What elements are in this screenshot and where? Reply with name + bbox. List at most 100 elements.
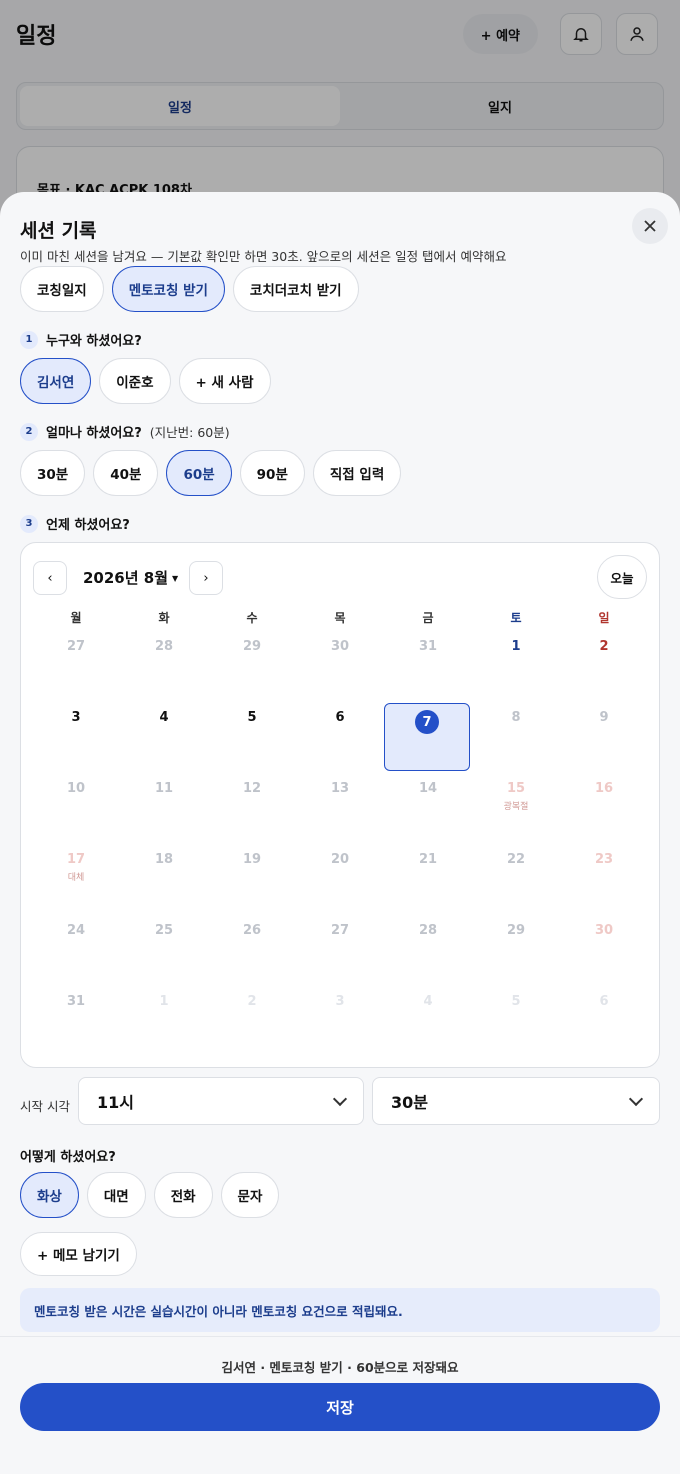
day-number: 13 bbox=[330, 781, 350, 796]
calendar-day[interactable]: 30 bbox=[561, 923, 647, 991]
calendar-day[interactable]: 23 bbox=[561, 852, 647, 920]
minute-select[interactable]: 30분 bbox=[372, 1077, 660, 1125]
calendar-day[interactable]: 6 bbox=[297, 710, 383, 778]
close-button[interactable] bbox=[632, 208, 668, 244]
duration-40[interactable]: 40분 bbox=[93, 450, 159, 496]
calendar-day[interactable]: 5 bbox=[209, 710, 295, 778]
selected-date-cell[interactable]: 7 bbox=[384, 703, 470, 771]
type-coach-the-coach[interactable]: 코치더코치 받기 bbox=[232, 266, 359, 312]
duration-30[interactable]: 30분 bbox=[20, 450, 86, 496]
weekday-header: 화 bbox=[158, 611, 170, 625]
calendar-day[interactable]: 30 bbox=[297, 639, 383, 707]
person-kim-seoyeon[interactable]: 김서연 bbox=[20, 358, 92, 404]
today-button[interactable]: 오늘 bbox=[597, 555, 647, 599]
calendar-day[interactable]: 28 bbox=[121, 639, 207, 707]
method-video[interactable]: 화상 bbox=[20, 1172, 79, 1218]
day-number: 20 bbox=[330, 852, 350, 867]
calendar-day[interactable]: 5 bbox=[473, 994, 559, 1062]
calendar-day[interactable]: 8 bbox=[473, 710, 559, 778]
day-number: 8 bbox=[511, 710, 521, 725]
hour-value: 11시 bbox=[97, 1093, 134, 1112]
calendar-day[interactable]: 13 bbox=[297, 781, 383, 849]
calendar-day[interactable]: 19 bbox=[209, 852, 295, 920]
calendar-day[interactable]: 18 bbox=[121, 852, 207, 920]
weekday-header: 월 bbox=[70, 611, 82, 625]
calendar-day[interactable]: 20 bbox=[297, 852, 383, 920]
calendar-day[interactable]: 10 bbox=[33, 781, 119, 849]
next-month-button[interactable]: › bbox=[189, 561, 223, 595]
holiday-label: 대체 bbox=[67, 873, 85, 883]
calendar-day[interactable]: 15 광복절 bbox=[473, 781, 559, 849]
memo-row: + 메모 남기기 bbox=[20, 1232, 137, 1276]
calendar-day[interactable]: 11 bbox=[121, 781, 207, 849]
duration-custom[interactable]: 직접 입력 bbox=[312, 450, 402, 496]
calendar-day[interactable]: 4 bbox=[121, 710, 207, 778]
calendar-day[interactable]: 3 bbox=[33, 710, 119, 778]
method-text[interactable]: 문자 bbox=[220, 1172, 280, 1218]
duration-90[interactable]: 90분 bbox=[239, 450, 305, 496]
day-number: 28 bbox=[154, 639, 174, 654]
calendar-day[interactable]: 31 bbox=[385, 639, 471, 707]
question-when: 3 언제 하셨어요? bbox=[20, 514, 130, 533]
question-hint: (지난번: 60분) bbox=[149, 425, 230, 440]
day-number: 18 bbox=[154, 852, 174, 867]
selected-day-number: 7 bbox=[415, 710, 439, 734]
chevron-down-icon bbox=[628, 1091, 644, 1107]
prev-month-button[interactable]: ‹ bbox=[33, 561, 67, 595]
caret-down-icon: ▼ bbox=[172, 574, 179, 583]
calendar-day[interactable]: 31 bbox=[33, 994, 119, 1062]
calendar-day[interactable]: 24 bbox=[33, 923, 119, 991]
duration-60[interactable]: 60분 bbox=[166, 450, 232, 496]
day-number: 17 bbox=[66, 852, 86, 867]
weekday-header: 목 bbox=[334, 611, 346, 625]
add-person-button[interactable]: + 새 사람 bbox=[178, 358, 271, 404]
calendar-day[interactable]: 26 bbox=[209, 923, 295, 991]
calendar-day[interactable]: 22 bbox=[473, 852, 559, 920]
calendar-day[interactable]: 6 bbox=[561, 994, 647, 1062]
calendar-day[interactable]: 27 bbox=[297, 923, 383, 991]
calendar-day[interactable]: 25 bbox=[121, 923, 207, 991]
save-button[interactable]: 저장 bbox=[20, 1383, 660, 1431]
question-label: 언제 하셨어요? bbox=[46, 518, 130, 533]
calendar-day[interactable]: 16 bbox=[561, 781, 647, 849]
start-time-label: 시작 시각 bbox=[20, 1099, 70, 1114]
calendar-day[interactable]: 28 bbox=[385, 923, 471, 991]
calendar-day[interactable]: 2 bbox=[209, 994, 295, 1062]
method-group: 화상 대면 전화 문자 bbox=[20, 1172, 280, 1218]
person-lee-junho[interactable]: 이준호 bbox=[99, 358, 171, 404]
sheet-subtitle: 이미 마친 세션을 남겨요 — 기본값 확인만 하면 30초. 앞으로의 세션은… bbox=[20, 249, 507, 264]
sheet-footer: 김서연 · 멘토코칭 받기 · 60분으로 저장돼요 저장 bbox=[0, 1336, 680, 1474]
day-number: 31 bbox=[66, 994, 86, 1009]
method-phone[interactable]: 전화 bbox=[153, 1172, 213, 1218]
calendar-day[interactable]: 17 대체 bbox=[33, 852, 119, 920]
calendar-day[interactable]: 9 bbox=[561, 710, 647, 778]
day-number: 3 bbox=[335, 994, 345, 1009]
minute-value: 30분 bbox=[391, 1093, 428, 1112]
calendar-day[interactable]: 27 bbox=[33, 639, 119, 707]
day-number: 11 bbox=[154, 781, 174, 796]
weekday-header: 토 bbox=[510, 611, 522, 625]
calendar-day[interactable]: 21 bbox=[385, 852, 471, 920]
day-number: 29 bbox=[506, 923, 526, 938]
calendar-day[interactable]: 2 bbox=[561, 639, 647, 707]
add-memo-button[interactable]: + 메모 남기기 bbox=[20, 1232, 137, 1276]
type-coaching-journal[interactable]: 코칭일지 bbox=[20, 266, 104, 312]
day-number: 24 bbox=[66, 923, 86, 938]
calendar-day[interactable]: 14 bbox=[385, 781, 471, 849]
month-select[interactable]: 2026년 8월 ▼ bbox=[83, 567, 178, 588]
method-in-person[interactable]: 대면 bbox=[86, 1172, 146, 1218]
type-mentor-coaching[interactable]: 멘토코칭 받기 bbox=[111, 266, 225, 312]
calendar-day[interactable]: 29 bbox=[473, 923, 559, 991]
hour-select[interactable]: 11시 bbox=[78, 1077, 364, 1125]
day-number: 25 bbox=[154, 923, 174, 938]
day-number: 29 bbox=[242, 639, 262, 654]
calendar-day[interactable]: 3 bbox=[297, 994, 383, 1062]
calendar-day[interactable]: 4 bbox=[385, 994, 471, 1062]
day-number: 10 bbox=[66, 781, 86, 796]
question-number: 1 bbox=[20, 330, 38, 349]
question-label: 어떻게 하셨어요? bbox=[20, 1150, 116, 1165]
calendar-day[interactable]: 29 bbox=[209, 639, 295, 707]
calendar-day[interactable]: 1 bbox=[473, 639, 559, 707]
calendar-day[interactable]: 1 bbox=[121, 994, 207, 1062]
calendar-day[interactable]: 12 bbox=[209, 781, 295, 849]
